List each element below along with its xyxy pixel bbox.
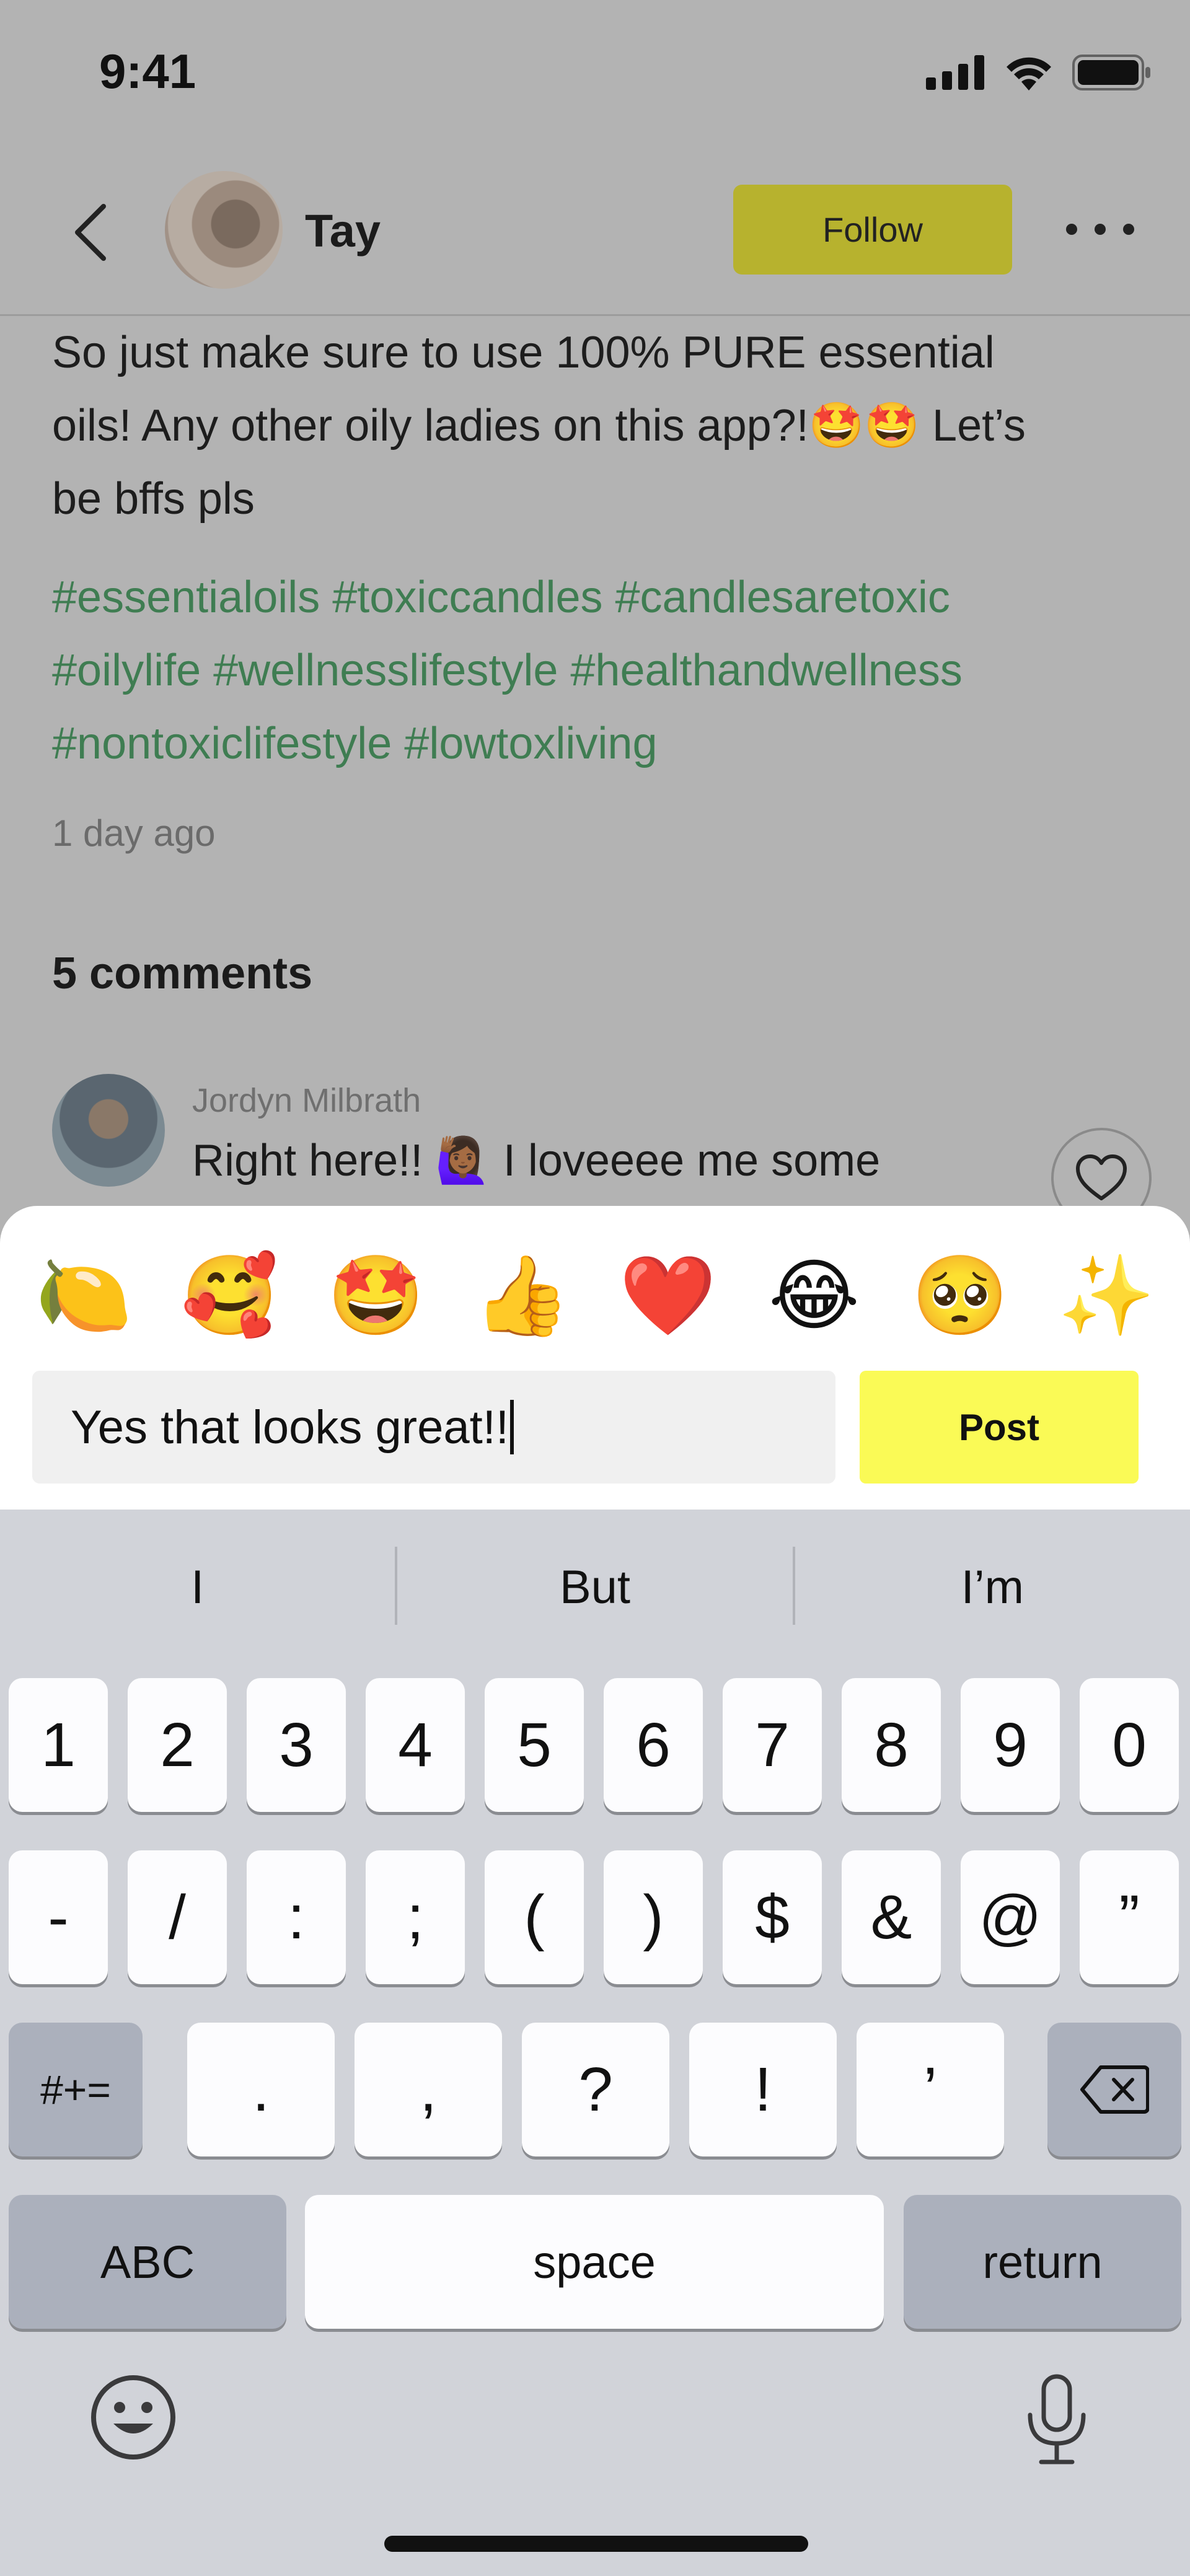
back-button[interactable] (62, 198, 118, 266)
emoji-sparkles-button[interactable]: ✨ (1047, 1237, 1165, 1355)
author-avatar[interactable] (165, 171, 283, 289)
quick-emoji-row: 🍋 🥰 🤩 👍 ❤️ 😂 🥺 ✨ (25, 1237, 1165, 1355)
key-semicolon[interactable]: ; (366, 1850, 465, 1984)
key-close-paren[interactable]: ) (604, 1850, 703, 1984)
nav-bar: Tay Follow (0, 149, 1190, 316)
dictation-button[interactable] (1010, 2371, 1103, 2470)
heart-icon (1076, 1154, 1127, 1200)
hashtag-line[interactable]: #oilylife #wellnesslifestyle #healthandw… (52, 634, 1155, 707)
key-comma[interactable]: , (355, 2023, 502, 2156)
emoji-thumbs-up-button[interactable]: 👍 (463, 1237, 581, 1355)
keyboard: I But I’m 1 2 3 4 5 6 7 8 9 0 - / : ; ( … (0, 1510, 1190, 2576)
text-cursor (509, 1400, 514, 1454)
follow-button[interactable]: Follow (733, 185, 1012, 275)
battery-icon (1072, 55, 1150, 90)
key-5[interactable]: 5 (485, 1678, 584, 1812)
key-apostrophe[interactable]: ’ (857, 2023, 1004, 2156)
post-timestamp: 1 day ago (52, 812, 216, 854)
post-body-line: So just make sure to use 100% PURE essen… (52, 328, 995, 377)
key-quote[interactable]: ” (1080, 1850, 1179, 1984)
emoji-red-heart-button[interactable]: ❤️ (609, 1237, 727, 1355)
post-hashtags[interactable]: #essentialoils #toxiccandles #candlesare… (52, 561, 1155, 780)
commenter-avatar[interactable] (52, 1074, 165, 1187)
emoji-keyboard-button[interactable] (87, 2371, 180, 2464)
post-body-line: be bffs pls (52, 474, 255, 524)
hashtag-line[interactable]: #nontoxiclifestyle #lowtoxliving (52, 707, 1155, 780)
smiley-face-icon (91, 2375, 175, 2460)
key-at[interactable]: @ (961, 1850, 1060, 1984)
key-space[interactable]: space (305, 2195, 884, 2329)
delete-key[interactable] (1047, 2023, 1181, 2156)
backspace-icon (1080, 2065, 1149, 2114)
key-question[interactable]: ? (522, 2023, 669, 2156)
comment-author[interactable]: Jordyn Milbrath (192, 1081, 421, 1120)
emoji-pleading-button[interactable]: 🥺 (901, 1237, 1019, 1355)
comment-input-value: Yes that looks great!! (71, 1400, 509, 1454)
cellular-signal-icon (926, 55, 984, 90)
emoji-lemon-button[interactable]: 🍋 (25, 1237, 143, 1355)
post-body-line: oils! Any other oily ladies on this app?… (52, 401, 1026, 451)
comment-input[interactable]: Yes that looks great!! (32, 1371, 835, 1484)
key-9[interactable]: 9 (961, 1678, 1060, 1812)
more-dot-icon (1066, 224, 1077, 235)
post-comment-button[interactable]: Post (860, 1371, 1139, 1484)
more-options-button[interactable] (1066, 211, 1134, 248)
key-more-symbols[interactable]: #+= (9, 2023, 143, 2156)
author-username[interactable]: Tay (305, 204, 381, 257)
key-dollar[interactable]: $ (723, 1850, 822, 1984)
key-3[interactable]: 3 (247, 1678, 346, 1812)
emoji-star-struck-button[interactable]: 🤩 (317, 1237, 434, 1355)
key-2[interactable]: 2 (128, 1678, 227, 1812)
more-dot-icon (1095, 224, 1106, 235)
key-1[interactable]: 1 (9, 1678, 108, 1812)
microphone-icon (1028, 2374, 1086, 2464)
key-6[interactable]: 6 (604, 1678, 703, 1812)
status-bar: 9:41 (0, 0, 1190, 149)
key-7[interactable]: 7 (723, 1678, 822, 1812)
key-slash[interactable]: / (128, 1850, 227, 1984)
post-body: So just make sure to use 100% PURE essen… (52, 316, 1155, 535)
emoji-tears-of-joy-button[interactable]: 😂 (756, 1237, 873, 1355)
hashtag-line[interactable]: #essentialoils #toxiccandles #candlesare… (52, 561, 1155, 634)
suggestion-item[interactable]: But (397, 1547, 792, 1627)
key-colon[interactable]: : (247, 1850, 346, 1984)
chevron-left-icon (75, 204, 106, 261)
key-exclamation[interactable]: ! (689, 2023, 837, 2156)
key-4[interactable]: 4 (366, 1678, 465, 1812)
comment-composer: 🍋 🥰 🤩 👍 ❤️ 😂 🥺 ✨ Yes that looks great!! … (0, 1206, 1190, 1510)
status-time: 9:41 (99, 44, 196, 99)
key-return[interactable]: return (904, 2195, 1181, 2329)
key-hyphen[interactable]: - (9, 1850, 108, 1984)
key-ampersand[interactable]: & (842, 1850, 941, 1984)
key-open-paren[interactable]: ( (485, 1850, 584, 1984)
status-icons (926, 55, 1153, 90)
suggestion-item[interactable]: I (0, 1547, 395, 1627)
comment-text: Right here!! 🙋🏾‍♀️ I loveeee me some (192, 1136, 881, 1185)
key-0[interactable]: 0 (1080, 1678, 1179, 1812)
key-period[interactable]: . (187, 2023, 335, 2156)
comments-count: 5 comments (52, 949, 313, 998)
home-indicator[interactable] (384, 2536, 808, 2552)
wifi-icon (1007, 57, 1051, 90)
suggestion-item[interactable]: I’m (795, 1547, 1190, 1627)
predictive-suggestions: I But I’m (0, 1547, 1190, 1627)
emoji-smiling-hearts-button[interactable]: 🥰 (171, 1237, 289, 1355)
key-abc[interactable]: ABC (9, 2195, 286, 2329)
key-8[interactable]: 8 (842, 1678, 941, 1812)
more-dot-icon (1123, 224, 1134, 235)
